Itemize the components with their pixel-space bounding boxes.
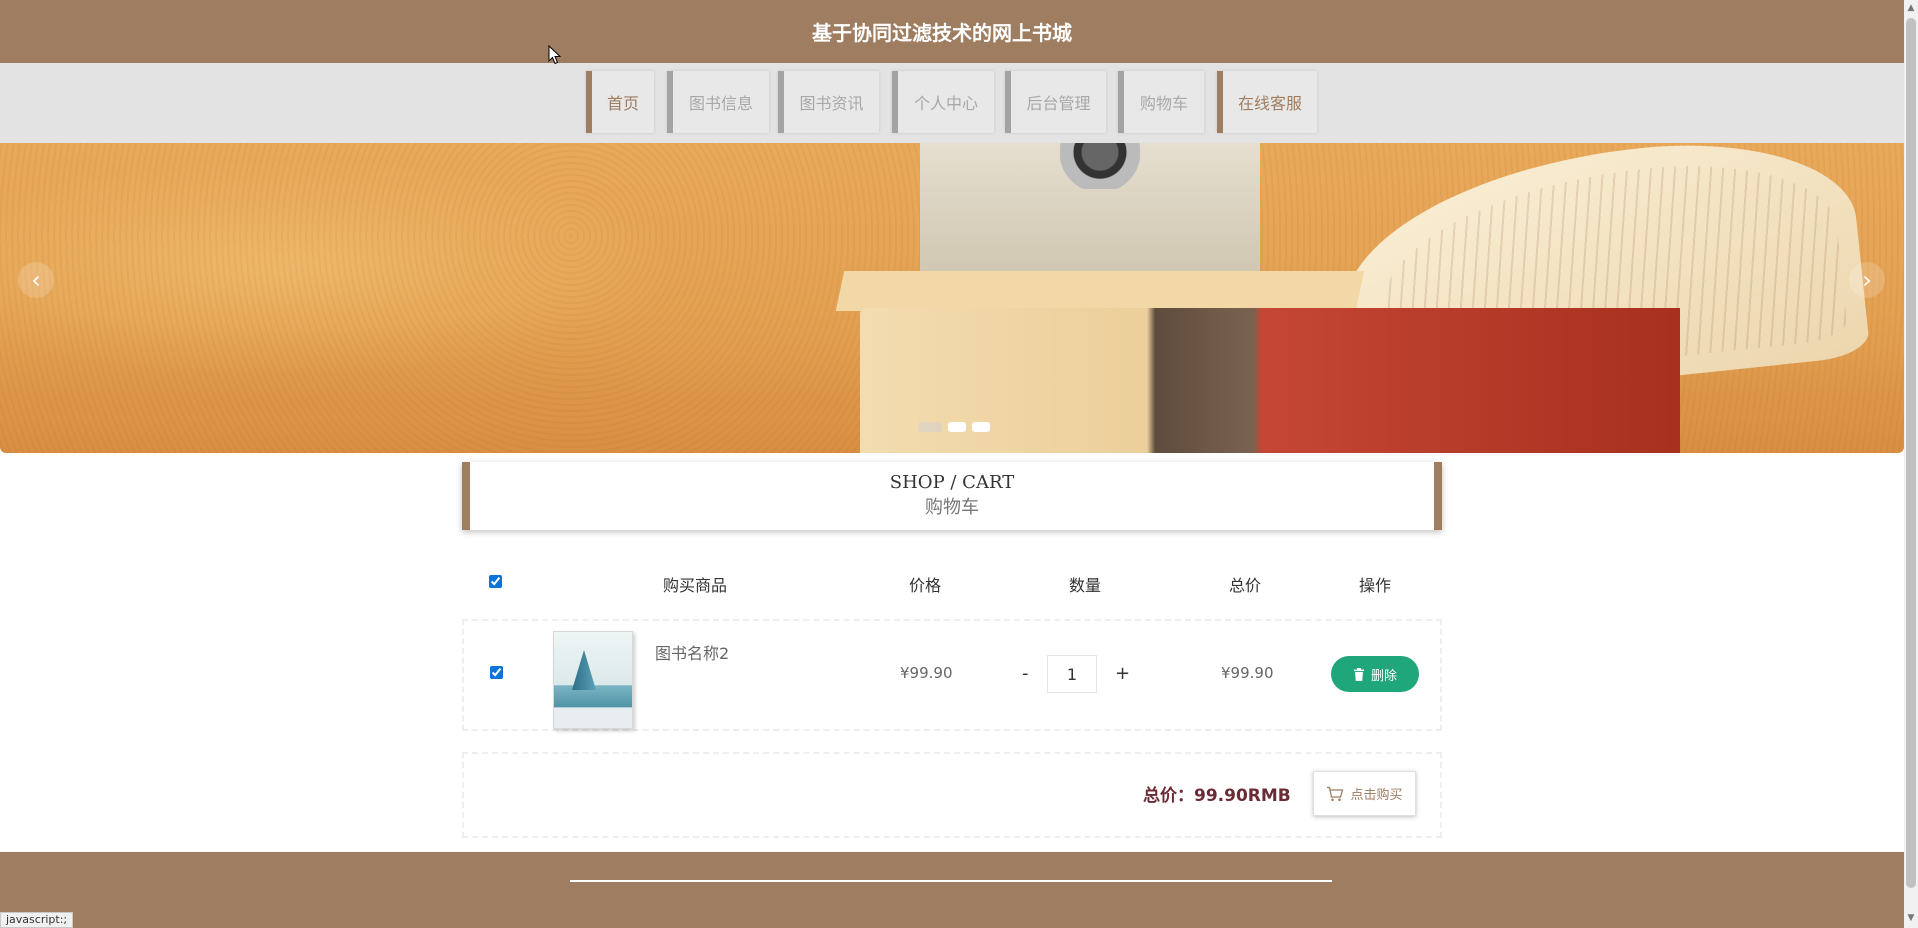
site-footer — [0, 852, 1904, 928]
cart-summary — [462, 752, 1442, 838]
column-header-action: 操作 — [1358, 576, 1391, 595]
nav-item-personal-center[interactable]: 个人中心 — [892, 71, 994, 133]
cart-total-text: 总价：99.90RMB — [1143, 786, 1291, 806]
browser-status-bar: javascript:; — [0, 912, 74, 928]
banner-carousel — [0, 143, 1904, 453]
carousel-dot-1[interactable] — [918, 422, 942, 432]
cart-item-price: ¥99.90 — [900, 664, 953, 682]
column-header-price: 价格 — [908, 576, 941, 595]
quantity-decrease-button[interactable]: - — [1022, 663, 1029, 684]
footer-divider — [570, 880, 1332, 882]
book-top-image — [835, 271, 1365, 311]
cart-icon — [1327, 786, 1344, 801]
camera-lens-image — [1060, 143, 1140, 189]
cart-heading-cn: 购物车 — [925, 497, 979, 518]
cart-item-name[interactable]: 图书名称2 — [655, 640, 729, 664]
carousel-next-button[interactable]: › — [1849, 262, 1885, 298]
trash-icon — [1353, 667, 1364, 681]
buy-button-label: 点击购买 — [1350, 788, 1403, 803]
nav-item-book-news[interactable]: 图书资讯 — [778, 71, 879, 133]
page-scrollbar[interactable]: ▲ ▼ — [1904, 0, 1918, 928]
cart-item-checkbox[interactable] — [490, 666, 503, 679]
chevron-right-icon: › — [1862, 266, 1872, 294]
quantity-increase-button[interactable]: + — [1115, 663, 1130, 684]
site-header: 基于协同过滤技术的网上书城 — [0, 0, 1904, 63]
carousel-dot-3[interactable] — [972, 422, 990, 432]
scroll-up-arrow-icon[interactable]: ▲ — [1904, 0, 1918, 16]
mouse-cursor-icon — [548, 45, 562, 65]
delete-button[interactable]: 删除 — [1331, 656, 1419, 692]
site-title: 基于协同过滤技术的网上书城 — [812, 21, 1072, 45]
main-nav: 首页 图书信息 图书资讯 个人中心 后台管理 购物车 在线客服 — [0, 63, 1904, 143]
column-header-product: 购买商品 — [662, 576, 727, 595]
column-header-quantity: 数量 — [1068, 576, 1101, 595]
nav-item-cart[interactable]: 购物车 — [1118, 71, 1204, 133]
carousel-indicators — [918, 422, 990, 432]
scrollbar-thumb[interactable] — [1906, 18, 1916, 888]
book-cover-image[interactable] — [553, 631, 633, 729]
carousel-prev-button[interactable]: ‹ — [18, 262, 54, 298]
chevron-left-icon: ‹ — [31, 266, 41, 294]
scroll-down-arrow-icon[interactable]: ▼ — [1904, 910, 1918, 926]
nav-item-book-info[interactable]: 图书信息 — [667, 71, 769, 133]
cart-heading: SHOP / CART 购物车 — [462, 462, 1442, 530]
select-all-checkbox[interactable] — [489, 575, 502, 588]
nav-item-home[interactable]: 首页 — [586, 71, 654, 133]
cart-heading-en: SHOP / CART — [889, 472, 1015, 493]
quantity-input[interactable] — [1047, 655, 1097, 693]
cart-item-total: ¥99.90 — [1221, 664, 1274, 682]
column-header-total: 总价 — [1228, 576, 1261, 595]
carousel-dot-2[interactable] — [948, 422, 966, 432]
nav-item-admin[interactable]: 后台管理 — [1005, 71, 1106, 133]
delete-button-label: 删除 — [1370, 668, 1397, 684]
nav-item-online-service[interactable]: 在线客服 — [1217, 71, 1317, 133]
buy-button[interactable]: 点击购买 — [1313, 771, 1416, 816]
